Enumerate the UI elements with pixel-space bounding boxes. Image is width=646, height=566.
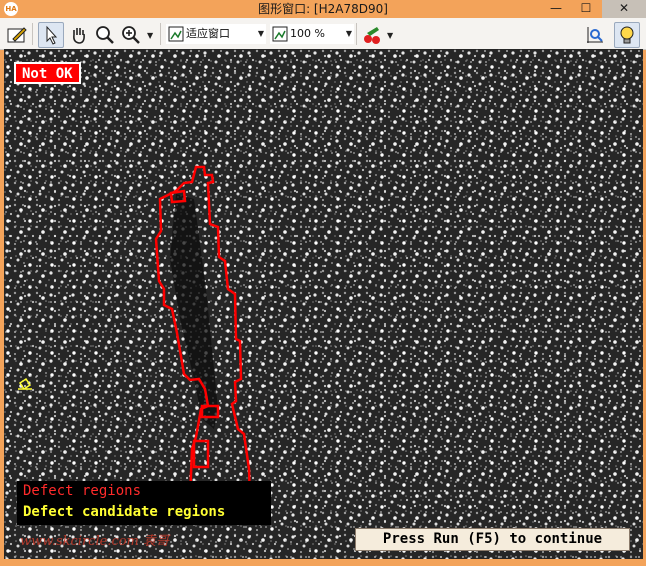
pan-hand-icon[interactable] — [66, 22, 92, 48]
close-button[interactable]: ✕ — [602, 0, 646, 18]
legend-defect-regions: Defect regions — [23, 483, 142, 499]
zoom-dropdown-arrow-icon[interactable]: ▼ — [147, 31, 153, 40]
zoom-select[interactable]: 100 % ▼ — [270, 24, 354, 44]
legend-defect-candidate-regions: Defect candidate regions — [23, 504, 226, 520]
fit-mode-value: 适应窗口 — [186, 27, 230, 40]
minimize-button[interactable]: — — [542, 0, 570, 18]
color-dropdown-arrow-icon[interactable]: ▼ — [387, 31, 393, 40]
continue-prompt: Press Run (F5) to continue — [355, 528, 630, 551]
color-picker-icon[interactable] — [360, 22, 386, 48]
zoom-value: 100 % — [290, 27, 325, 40]
watermark: www.skcircle.com 袁哥 — [20, 534, 170, 549]
lightbulb-icon[interactable] — [614, 22, 640, 48]
edit-icon[interactable] — [4, 22, 30, 48]
chevron-down-icon: ▼ — [345, 29, 352, 38]
status-badge: Not OK — [14, 62, 81, 84]
magnifier-icon[interactable] — [92, 22, 118, 48]
legend-box: Defect regions Defect candidate regions — [17, 481, 271, 525]
title-bar: HA 图形窗口: [H2A78D90] — ☐ ✕ — [0, 0, 646, 18]
fit-mode-select[interactable]: 适应窗口 ▼ — [166, 24, 266, 44]
fit-window-icon — [168, 26, 184, 42]
zoom-in-icon[interactable] — [118, 22, 144, 48]
zoom-percent-icon — [272, 26, 288, 42]
chevron-down-icon: ▼ — [257, 29, 264, 38]
toolbar: ▼ 适应窗口 ▼ 100 % ▼ ▼ — [0, 18, 646, 50]
maximize-button[interactable]: ☐ — [572, 0, 600, 18]
pixel-info-icon[interactable] — [582, 22, 608, 48]
pointer-icon[interactable] — [38, 22, 64, 48]
